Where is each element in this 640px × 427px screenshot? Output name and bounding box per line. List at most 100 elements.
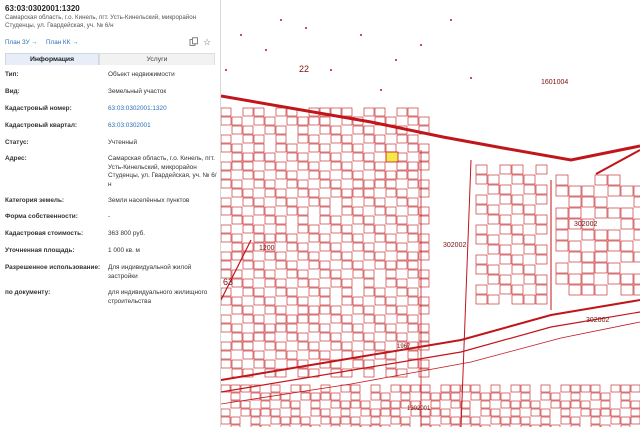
parcel[interactable] bbox=[500, 400, 511, 409]
parcel[interactable] bbox=[620, 251, 634, 263]
parcel[interactable] bbox=[418, 251, 430, 261]
parcel[interactable] bbox=[511, 254, 524, 265]
parcel[interactable] bbox=[523, 234, 536, 245]
parcel[interactable] bbox=[523, 174, 536, 185]
parcel[interactable] bbox=[487, 204, 500, 215]
parcel[interactable] bbox=[407, 197, 419, 207]
parcel[interactable] bbox=[352, 143, 364, 153]
parcel[interactable] bbox=[363, 197, 375, 207]
parcel[interactable] bbox=[308, 350, 320, 360]
parcel[interactable] bbox=[540, 416, 551, 425]
parcel[interactable] bbox=[286, 116, 298, 126]
parcel[interactable] bbox=[242, 152, 254, 162]
parcel[interactable] bbox=[286, 323, 298, 333]
parcel[interactable] bbox=[630, 416, 640, 425]
parcel[interactable] bbox=[396, 260, 408, 270]
parcel[interactable] bbox=[594, 284, 608, 296]
cadastral-number-link[interactable]: 63:03:0302001:1320 bbox=[108, 105, 218, 114]
parcel[interactable] bbox=[475, 254, 488, 265]
parcel[interactable] bbox=[308, 314, 320, 324]
parcel[interactable] bbox=[330, 242, 342, 252]
parcel[interactable] bbox=[499, 284, 512, 295]
parcel[interactable] bbox=[330, 215, 342, 225]
parcel[interactable] bbox=[581, 229, 595, 241]
parcel[interactable] bbox=[242, 305, 254, 315]
parcel[interactable] bbox=[308, 161, 320, 171]
parcel[interactable] bbox=[450, 416, 461, 425]
parcel[interactable] bbox=[297, 206, 309, 216]
parcel[interactable] bbox=[418, 242, 430, 252]
parcel[interactable] bbox=[286, 350, 298, 360]
parcel[interactable] bbox=[275, 350, 287, 360]
parcel[interactable] bbox=[407, 350, 419, 360]
parcel[interactable] bbox=[499, 254, 512, 265]
parcel[interactable] bbox=[221, 161, 232, 171]
parcel[interactable] bbox=[633, 273, 640, 285]
parcel[interactable] bbox=[510, 400, 521, 409]
parcel[interactable] bbox=[231, 233, 243, 243]
parcel[interactable] bbox=[253, 116, 265, 126]
parcel[interactable] bbox=[363, 242, 375, 252]
parcel[interactable] bbox=[535, 244, 548, 255]
parcel[interactable] bbox=[535, 284, 548, 295]
parcel[interactable] bbox=[511, 164, 524, 175]
parcel[interactable] bbox=[385, 188, 397, 198]
parcel[interactable] bbox=[242, 341, 254, 351]
parcel[interactable] bbox=[352, 242, 364, 252]
parcel[interactable] bbox=[320, 416, 331, 425]
parcel[interactable] bbox=[520, 400, 531, 409]
parcel[interactable] bbox=[275, 143, 287, 153]
parcel[interactable] bbox=[230, 416, 241, 425]
parcel[interactable] bbox=[297, 152, 309, 162]
parcel[interactable] bbox=[341, 143, 353, 153]
parcel[interactable] bbox=[253, 296, 265, 306]
parcel[interactable] bbox=[240, 400, 251, 409]
parcel[interactable] bbox=[475, 174, 488, 185]
parcel[interactable] bbox=[535, 274, 548, 285]
parcel[interactable] bbox=[385, 242, 397, 252]
parcel[interactable] bbox=[410, 384, 421, 393]
parcel[interactable] bbox=[297, 116, 309, 126]
parcel[interactable] bbox=[511, 224, 524, 235]
parcel[interactable] bbox=[450, 400, 461, 409]
parcel[interactable] bbox=[396, 287, 408, 297]
selected-parcel[interactable] bbox=[385, 151, 399, 163]
parcel[interactable] bbox=[286, 332, 298, 342]
parcel[interactable] bbox=[340, 384, 351, 393]
parcel[interactable] bbox=[418, 215, 430, 225]
parcel[interactable] bbox=[275, 188, 287, 198]
parcel[interactable] bbox=[319, 287, 331, 297]
parcel[interactable] bbox=[510, 416, 521, 425]
parcel[interactable] bbox=[475, 264, 488, 275]
parcel[interactable] bbox=[400, 392, 411, 401]
parcel[interactable] bbox=[363, 179, 375, 189]
parcel[interactable] bbox=[570, 392, 581, 401]
parcel[interactable] bbox=[275, 170, 287, 180]
parcel[interactable] bbox=[630, 408, 640, 417]
parcel[interactable] bbox=[221, 233, 232, 243]
parcel[interactable] bbox=[341, 314, 353, 324]
parcel[interactable] bbox=[363, 134, 375, 144]
parcel[interactable] bbox=[231, 161, 243, 171]
parcel[interactable] bbox=[380, 400, 391, 409]
parcel[interactable] bbox=[231, 341, 243, 351]
parcel[interactable] bbox=[390, 400, 401, 409]
parcel[interactable] bbox=[280, 416, 291, 425]
parcel[interactable] bbox=[510, 384, 521, 393]
parcel[interactable] bbox=[363, 305, 375, 315]
parcel[interactable] bbox=[555, 240, 569, 252]
parcel[interactable] bbox=[363, 125, 375, 135]
parcel[interactable] bbox=[499, 244, 512, 255]
parcel[interactable] bbox=[275, 125, 287, 135]
parcel[interactable] bbox=[319, 197, 331, 207]
parcel[interactable] bbox=[407, 251, 419, 261]
parcel[interactable] bbox=[286, 170, 298, 180]
parcel[interactable] bbox=[530, 408, 541, 417]
parcel[interactable] bbox=[253, 350, 265, 360]
parcel[interactable] bbox=[264, 116, 276, 126]
parcel[interactable] bbox=[400, 416, 411, 425]
parcel[interactable] bbox=[620, 207, 634, 219]
parcel[interactable] bbox=[330, 305, 342, 315]
parcel[interactable] bbox=[535, 184, 548, 195]
parcel[interactable] bbox=[374, 224, 386, 234]
